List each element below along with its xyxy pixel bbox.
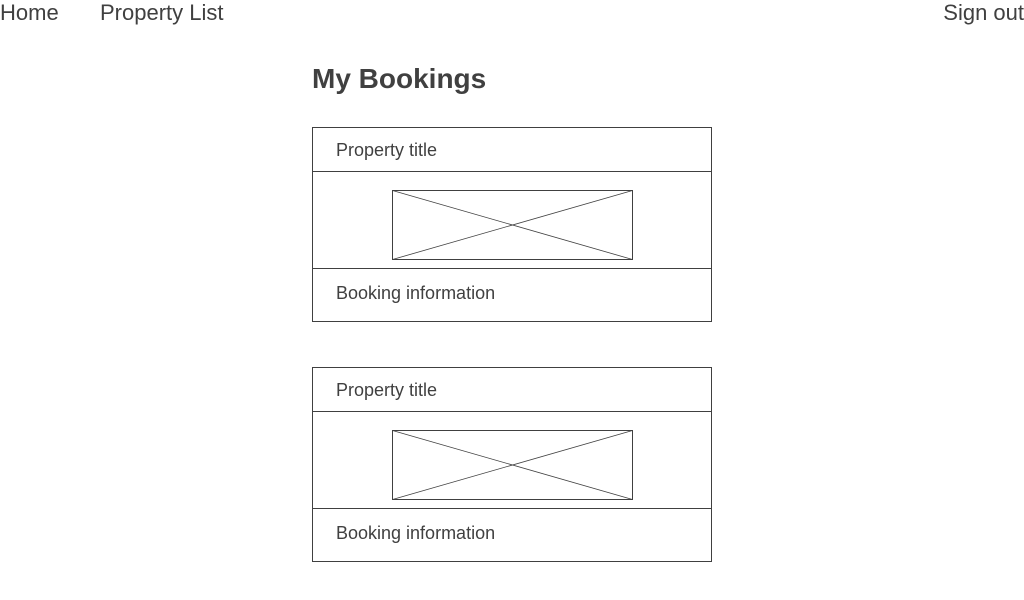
booking-card[interactable]: Property title Booking information <box>312 127 712 322</box>
property-title[interactable]: Property title <box>313 368 711 412</box>
nav-property-list-link[interactable]: Property List <box>100 0 224 26</box>
page: Home Property List Sign out My Bookings … <box>0 0 1024 600</box>
booking-card[interactable]: Property title Booking information <box>312 367 712 562</box>
booking-information: Booking information <box>313 508 711 562</box>
nav-home-link[interactable]: Home <box>0 0 59 26</box>
nav-sign-out-link[interactable]: Sign out <box>943 0 1024 26</box>
booking-information: Booking information <box>313 268 711 322</box>
image-placeholder-icon <box>392 430 633 500</box>
property-title[interactable]: Property title <box>313 128 711 172</box>
page-title: My Bookings <box>312 63 487 94</box>
image-placeholder-icon <box>392 190 633 260</box>
